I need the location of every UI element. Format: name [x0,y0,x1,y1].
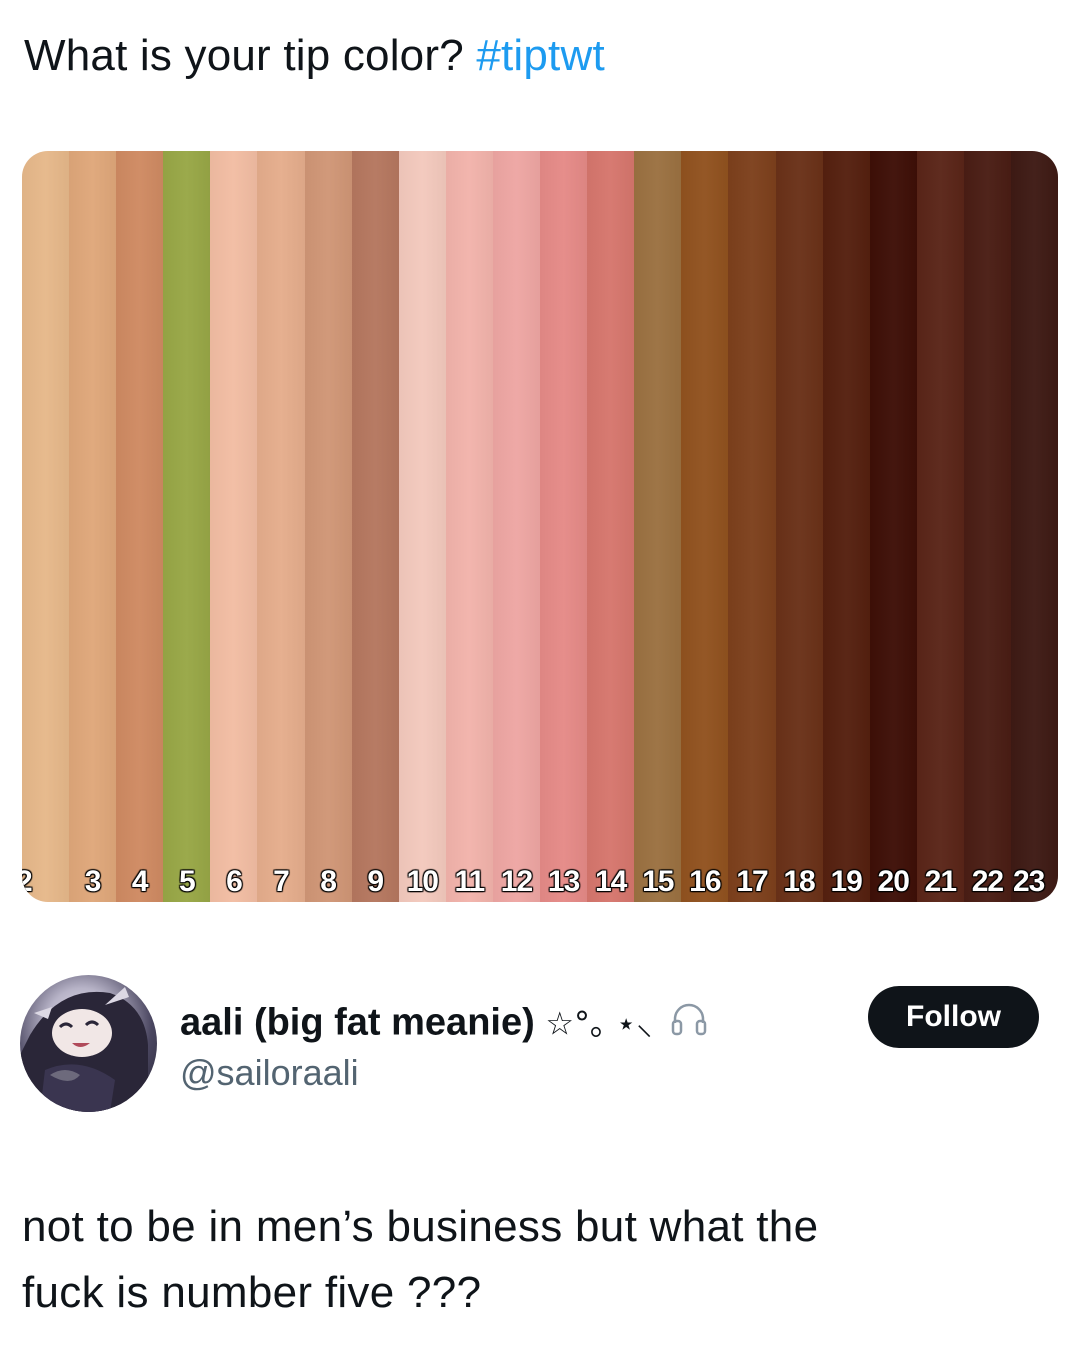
stripe-shading [304,151,352,902]
stripe-shading [634,151,682,902]
stripe-number-label: 18 [783,865,815,898]
display-name[interactable]: aali (big fat meanie) ☆°｡ ⋆⸜ [180,999,709,1050]
color-stripe: 2 [22,151,70,902]
stripe-number-label: 21 [924,865,957,898]
stripe-number-label: 22 [971,865,1004,898]
stripe-number-label: 13 [547,865,580,898]
stripe-shading [351,151,399,902]
stripe-number-label: 23 [1012,865,1045,898]
color-stripe: 22 [963,151,1011,902]
stripe-number-label: 20 [877,865,910,898]
color-stripe: 4 [116,151,164,902]
stripe-shading [587,151,635,902]
name-decoration: ☆°｡ ⋆⸜ [545,1004,653,1043]
color-stripe: 8 [304,151,352,902]
quoted-tweet-text: What is your tip color? #tiptwt [24,28,605,84]
quoted-text-body: What is your tip color? [24,31,464,80]
stripe-shading [869,151,917,902]
color-stripe: 5 [163,151,211,902]
stripe-shading [1010,151,1058,902]
stripe-shading [540,151,588,902]
color-stripe: 17 [728,151,776,902]
stripe-number-label: 16 [689,865,721,898]
hashtag-link[interactable]: #tiptwt [476,31,605,80]
tweet-text-line-2: fuck is number five ??? [22,1268,482,1317]
color-stripe: 11 [445,151,493,902]
color-stripe: 14 [587,151,635,902]
author-row: aali (big fat meanie) ☆°｡ ⋆⸜ @sailoraali… [20,975,1060,1115]
color-stripe: 21 [916,151,964,902]
stripe-number-label: 4 [131,865,149,898]
stripe-shading [257,151,305,902]
stripe-number-label: 3 [84,865,102,898]
color-stripe: 10 [398,151,446,902]
user-handle[interactable]: @sailoraali [180,1051,359,1095]
stripe-shading [728,151,776,902]
tweet-text: not to be in men’s business but what the… [22,1194,1052,1326]
stripe-shading [822,151,870,902]
stripe-shading [163,151,211,902]
stripe-shading [681,151,729,902]
stripe-shading [775,151,823,902]
stripe-number-label: 15 [642,865,674,898]
color-stripe: 15 [634,151,682,902]
stripe-number-label: 6 [226,865,243,898]
color-stripe: 13 [540,151,588,902]
follow-button[interactable]: Follow [868,986,1039,1048]
avatar[interactable] [20,975,157,1112]
display-name-text: aali (big fat meanie) [180,1001,535,1044]
stripe-number-label: 2 [22,865,33,898]
stripe-number-label: 17 [736,865,768,898]
stripe-shading [963,151,1011,902]
stripe-number-label: 7 [273,865,290,898]
headphones-icon [669,999,709,1050]
stripe-number-label: 19 [830,865,862,898]
stripe-shading [492,151,541,902]
color-stripe: 20 [869,151,917,902]
avatar-illustration [20,987,148,1112]
tweet-text-line-1: not to be in men’s business but what the [22,1202,819,1251]
stripe-number-label: 8 [320,865,337,898]
color-stripe: 16 [681,151,729,902]
stripe-number-label: 9 [367,865,384,898]
stripe-number-label: 12 [500,865,533,898]
color-stripe: 9 [351,151,399,902]
stripe-number-label: 11 [454,865,486,898]
stripe-number-label: 10 [406,865,439,898]
stripe-number-label: 5 [178,865,196,898]
stripe-shading [210,151,258,902]
color-stripe: 18 [775,151,823,902]
stripe-shading [916,151,964,902]
stripe-shading [398,151,446,902]
stripe-number-label: 14 [594,865,627,898]
stripe-shading [116,151,164,902]
color-stripe: 3 [69,151,117,902]
stripe-shading [69,151,117,902]
tip-color-palette-image[interactable]: 2 3 4 5 6 7 8 9 10 11 12 13 14 15 16 17 18 19 20 21 22 23 [22,151,1058,902]
color-stripe: 19 [822,151,870,902]
color-stripe: 12 [492,151,541,902]
stripe-shading [445,151,493,902]
color-stripe: 6 [210,151,258,902]
stripe-shading [22,151,70,902]
color-stripe: 23 [1010,151,1058,902]
color-stripe: 7 [257,151,305,902]
